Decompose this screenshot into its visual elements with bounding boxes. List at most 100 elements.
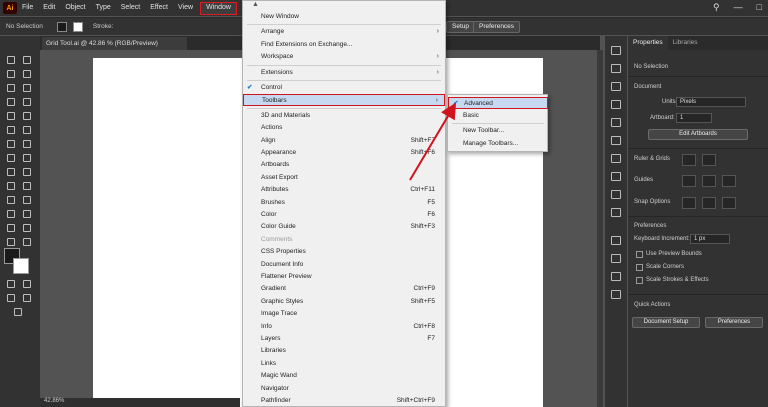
smart-guides-icon[interactable] [722, 175, 736, 187]
window-menu-item-toolbars[interactable]: Toolbars › [243, 94, 445, 107]
snap-to-pixel-icon[interactable] [702, 197, 716, 209]
window-menu-item-align[interactable]: Align Shift+F7 [243, 135, 445, 147]
document-setup-button[interactable]: Setup [446, 21, 475, 33]
window-menu-item-gradient[interactable]: Gradient Ctrl+F9 [243, 283, 445, 295]
toolbars-item-new-toolbar[interactable]: New Toolbar... [448, 125, 548, 137]
screen-mode-icon[interactable] [23, 294, 31, 302]
window-menu-item-brushes[interactable]: Brushes F5 [243, 197, 445, 209]
type-tool-icon[interactable] [7, 98, 15, 106]
stroke-panel-icon[interactable] [611, 172, 621, 181]
window-menu-item-new-window[interactable]: New Window [243, 11, 445, 23]
edit-toolbar-icon[interactable] [14, 308, 22, 316]
keyboard-increment-input[interactable]: 1 px [690, 234, 730, 244]
brushes-panel-icon[interactable] [611, 136, 621, 145]
mesh-tool-icon[interactable] [7, 182, 15, 190]
stroke-color-icon[interactable] [13, 258, 29, 274]
maximize-icon[interactable]: □ [757, 2, 762, 13]
transparency-panel-icon[interactable] [611, 208, 621, 217]
toolbars-item-manage-toolbars[interactable]: Manage Toolbars... [448, 138, 548, 150]
zoom-level[interactable]: 42.86% [40, 398, 240, 407]
layers-panel-icon[interactable] [611, 236, 621, 245]
selection-tool-icon[interactable] [7, 56, 15, 64]
none-color-icon[interactable] [23, 280, 31, 288]
vertical-scrollbar[interactable] [597, 50, 603, 407]
graph-tool-icon[interactable] [23, 210, 31, 218]
window-menu-item-pathfinder[interactable]: Pathfinder Shift+Ctrl+F9 [243, 395, 445, 407]
toolbars-item-advanced[interactable]: ✔ Advanced [448, 97, 548, 109]
snap-to-glyph-icon[interactable] [722, 197, 736, 209]
menu-window[interactable]: Window [200, 1, 237, 15]
eyedropper-tool-icon[interactable] [7, 196, 15, 204]
free-transform-tool-icon[interactable] [23, 154, 31, 162]
window-menu-item-actions[interactable]: Actions [243, 122, 445, 134]
symbols-panel-icon[interactable] [611, 154, 621, 163]
direct-selection-tool-icon[interactable] [23, 56, 31, 64]
eraser-tool-icon[interactable] [23, 126, 31, 134]
line-tool-icon[interactable] [23, 98, 31, 106]
artboard-tool-icon[interactable] [7, 224, 15, 232]
scale-corners-checkbox[interactable] [636, 264, 643, 271]
symbol-sprayer-tool-icon[interactable] [7, 210, 15, 218]
window-menu-item-magic-wand[interactable]: Magic Wand [243, 370, 445, 382]
lasso-tool-icon[interactable] [23, 70, 31, 78]
grid-icon[interactable] [702, 154, 716, 166]
hand-tool-icon[interactable] [7, 238, 15, 246]
window-menu-item-flattener-preview[interactable]: Flattener Preview [243, 271, 445, 283]
window-menu-item-css-properties[interactable]: CSS Properties [243, 246, 445, 258]
fill-swatch[interactable] [56, 21, 67, 32]
toolbars-item-basic[interactable]: Basic [448, 110, 548, 122]
menu-file[interactable]: File [17, 0, 38, 16]
window-menu-item-attributes[interactable]: Attributes Ctrl+F11 [243, 184, 445, 196]
edit-artboards-button[interactable]: Edit Artboards [648, 129, 748, 140]
window-menu-item-appearance[interactable]: Appearance Shift+F6 [243, 147, 445, 159]
rotate-tool-icon[interactable] [7, 140, 15, 148]
menu-view[interactable]: View [173, 0, 198, 16]
blend-tool-icon[interactable] [23, 196, 31, 204]
window-menu-item-links[interactable]: Links [243, 358, 445, 370]
window-menu-item-color[interactable]: Color F6 [243, 209, 445, 221]
window-menu-item-document-info[interactable]: Document Info [243, 259, 445, 271]
document-tab[interactable]: Grid Tool.ai @ 42.86 % (RGB/Preview) [42, 37, 187, 50]
magic-wand-tool-icon[interactable] [7, 70, 15, 78]
perspective-grid-tool-icon[interactable] [23, 168, 31, 176]
tab-properties[interactable]: Properties [628, 36, 668, 50]
gradient-tool-icon[interactable] [23, 182, 31, 190]
document-setup-button[interactable]: Document Setup [632, 317, 700, 328]
slice-tool-icon[interactable] [23, 224, 31, 232]
units-dropdown[interactable]: Pixels [676, 97, 746, 107]
menu-effect[interactable]: Effect [145, 0, 173, 16]
tab-libraries[interactable]: Libraries [668, 36, 703, 50]
window-menu-item-graphic-styles[interactable]: Graphic Styles Shift+F5 [243, 296, 445, 308]
window-menu-item-artboards[interactable]: Artboards [243, 159, 445, 171]
color-panel-icon[interactable] [611, 82, 621, 91]
window-menu-item-arrange[interactable]: Arrange › [243, 26, 445, 38]
shaper-tool-icon[interactable] [7, 126, 15, 134]
swatches-panel-icon[interactable] [611, 118, 621, 127]
use-preview-bounds-checkbox[interactable] [636, 251, 643, 258]
search-icon[interactable]: ⚲ [713, 2, 720, 13]
window-menu-item-navigator[interactable]: Navigator [243, 383, 445, 395]
paintbrush-tool-icon[interactable] [23, 112, 31, 120]
zoom-tool-icon[interactable] [23, 238, 31, 246]
scale-strokes-checkbox[interactable] [636, 277, 643, 284]
window-menu-item-control[interactable]: ✔ Control [243, 82, 445, 94]
window-menu-item-find-extensions-on-exchange[interactable]: Find Extensions on Exchange... [243, 39, 445, 51]
ruler-icon[interactable] [682, 154, 696, 166]
scroll-up-icon[interactable]: ▲ [252, 1, 259, 8]
links-panel-icon[interactable] [611, 290, 621, 299]
draw-mode-icon[interactable] [7, 294, 15, 302]
window-menu-item-extensions[interactable]: Extensions › [243, 67, 445, 79]
gradient-panel-icon[interactable] [611, 190, 621, 199]
stroke-swatch[interactable] [72, 21, 83, 32]
artboard-selector[interactable]: 1 [676, 113, 712, 123]
menu-select[interactable]: Select [116, 0, 145, 16]
preferences-panel-button[interactable]: Preferences [705, 317, 763, 328]
preferences-button[interactable]: Preferences [473, 21, 521, 33]
window-menu-item-workspace[interactable]: Workspace › [243, 51, 445, 63]
window-menu-item-image-trace[interactable]: Image Trace [243, 308, 445, 320]
properties-panel-icon[interactable] [611, 46, 621, 55]
menu-object[interactable]: Object [60, 0, 90, 16]
guides-show-icon[interactable] [682, 175, 696, 187]
scale-tool-icon[interactable] [23, 140, 31, 148]
menu-type[interactable]: Type [91, 0, 116, 16]
